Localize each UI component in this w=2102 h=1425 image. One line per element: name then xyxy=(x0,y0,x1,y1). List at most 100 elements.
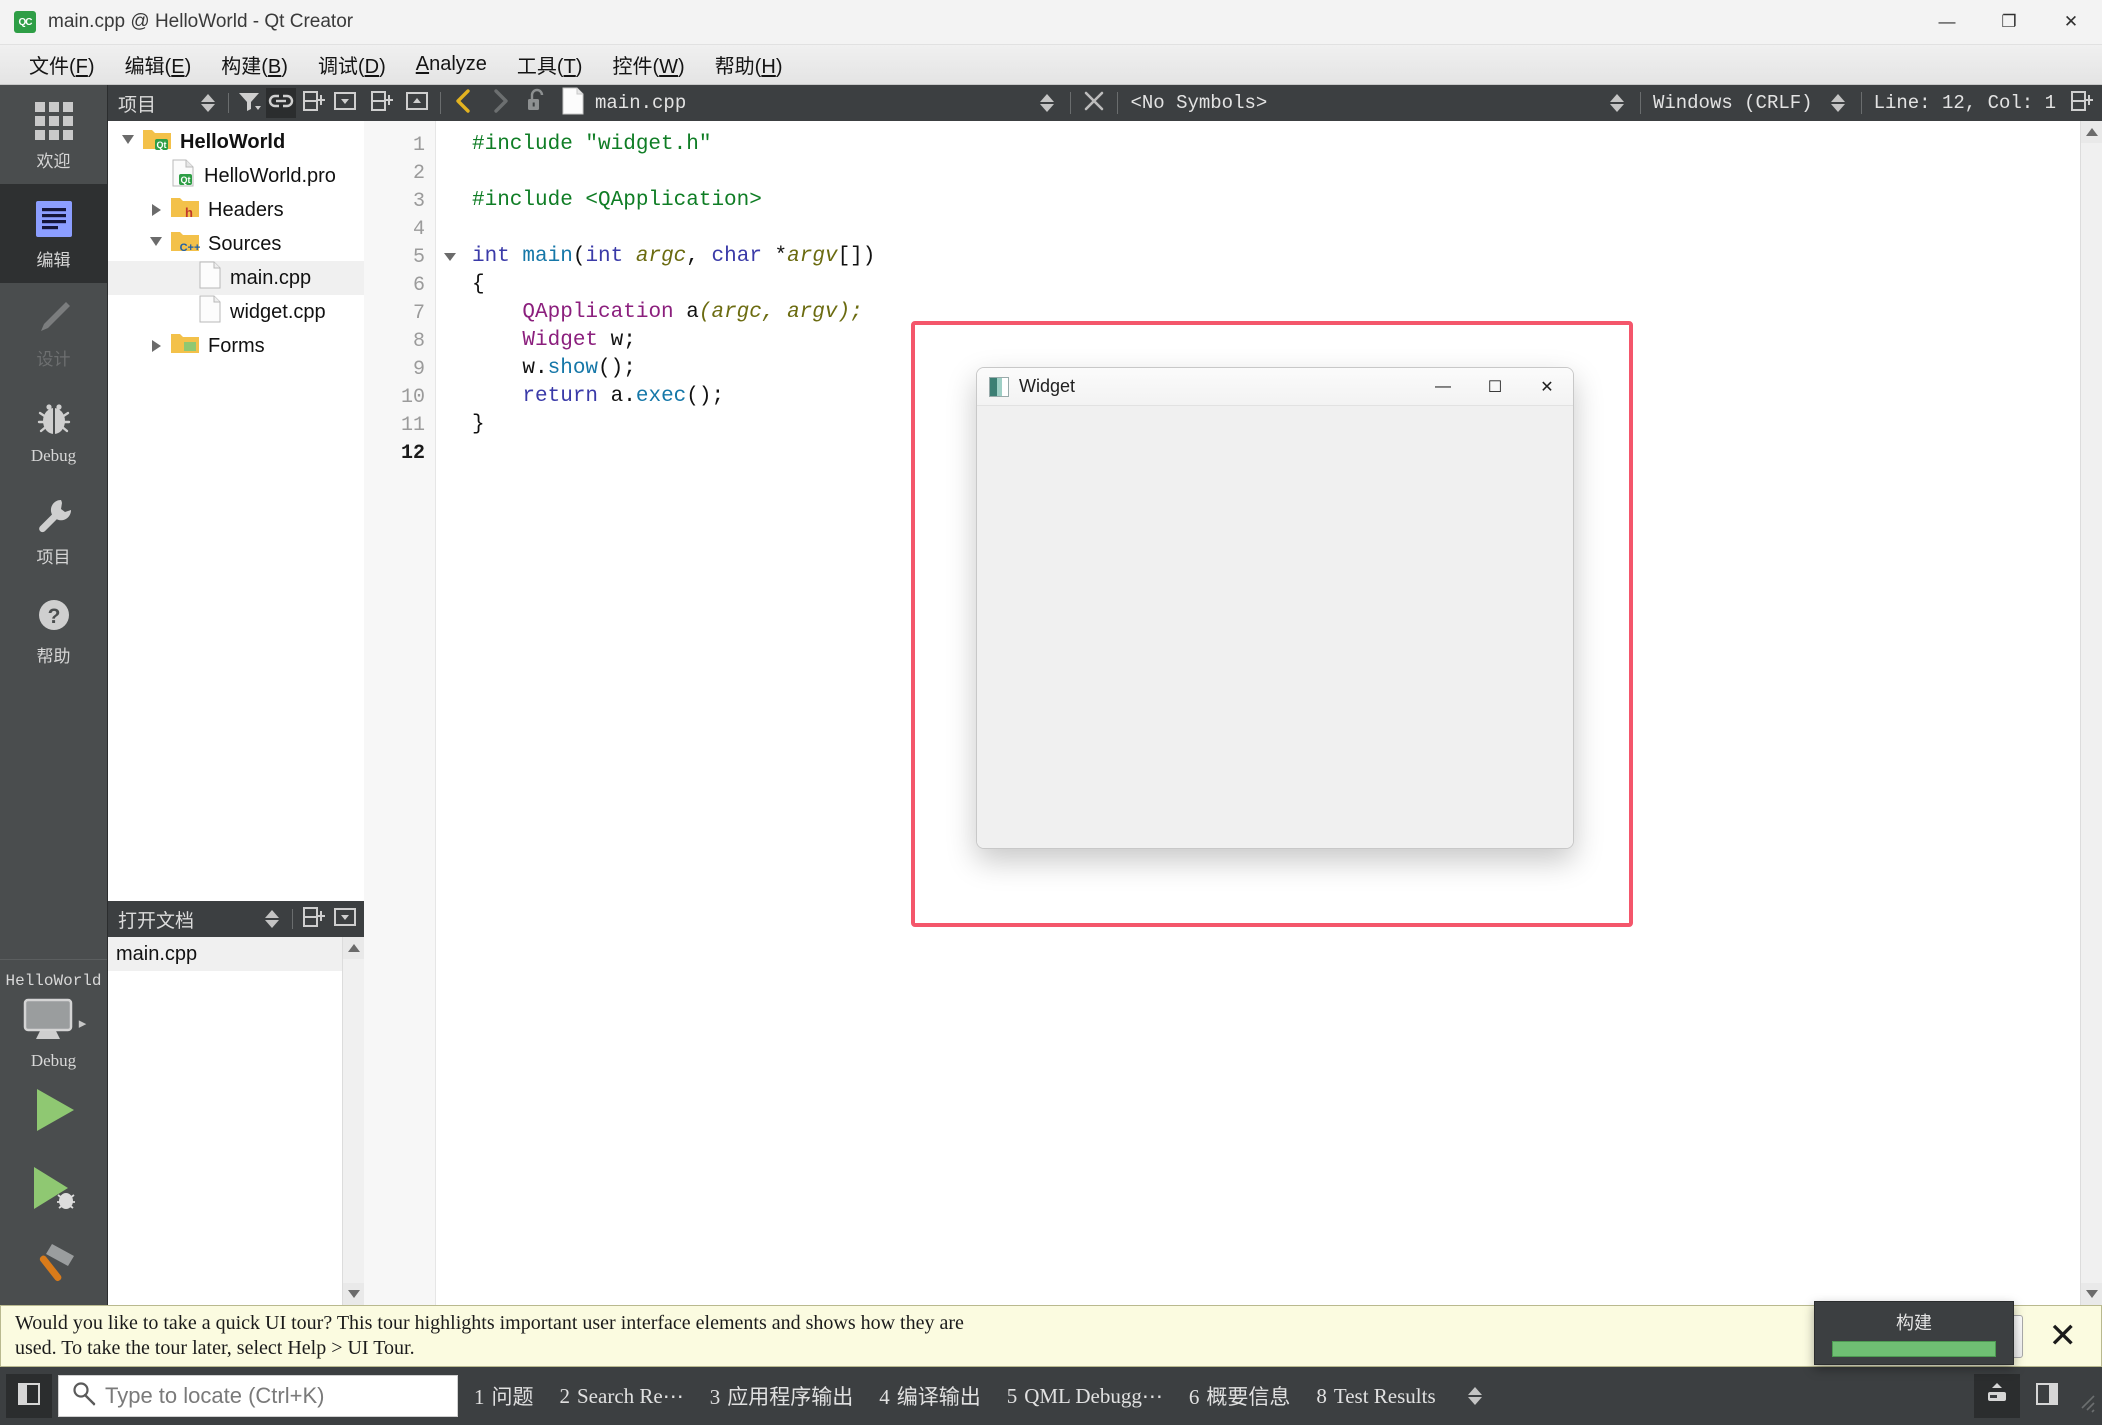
chevron-right-icon[interactable] xyxy=(142,204,170,216)
line-ending-selector[interactable]: Windows (CRLF) xyxy=(1647,92,1819,114)
cpp-file-icon xyxy=(561,87,585,120)
build-hammer-button[interactable] xyxy=(0,1227,108,1305)
sort-selector[interactable] xyxy=(257,904,287,934)
output-pane-selector[interactable] xyxy=(1452,1374,1498,1418)
list-item[interactable]: main.cpp xyxy=(108,937,342,971)
line-number: 6 xyxy=(412,273,425,297)
tree-item-main-cpp[interactable]: main.cpp xyxy=(108,261,364,295)
scroll-down-arrow-icon[interactable] xyxy=(2081,1283,2102,1305)
code-line[interactable]: #include <QApplication> xyxy=(472,187,2080,215)
chevron-down-icon[interactable] xyxy=(114,134,142,150)
tree-item-helloworld[interactable]: Qt HelloWorld xyxy=(108,125,364,159)
tree-item-widget-cpp[interactable]: widget.cpp xyxy=(108,295,364,329)
kit-selector-button[interactable]: ▸ xyxy=(21,998,86,1047)
sidebar-item-design[interactable]: 设计 xyxy=(0,283,107,382)
tree-item-headers[interactable]: h Headers xyxy=(108,193,364,227)
running-widget-window[interactable]: Widget — ☐ ✕ xyxy=(976,367,1574,849)
symbol-selector[interactable]: <No Symbols> xyxy=(1124,92,1597,114)
fold-column[interactable] xyxy=(436,121,464,1305)
add-split-button[interactable] xyxy=(364,87,398,119)
menu-analyze[interactable]: Analyze xyxy=(401,49,502,80)
fold-marker-open[interactable] xyxy=(436,243,464,271)
window-close-button[interactable]: ✕ xyxy=(2040,0,2102,45)
menu-widgets[interactable]: 控件(W) xyxy=(597,46,699,83)
output-pane-search-results[interactable]: 2 Search Re⋯ xyxy=(550,1378,694,1415)
sidebar-item-welcome[interactable]: 欢迎 xyxy=(0,85,107,184)
add-split-button[interactable] xyxy=(298,88,328,118)
filter-button[interactable] xyxy=(234,88,264,118)
code-token: exec xyxy=(635,385,687,408)
opendocs-scrollbar[interactable] xyxy=(342,937,364,1305)
close-split-button[interactable] xyxy=(400,87,434,119)
widget-maximize-button[interactable]: ☐ xyxy=(1469,368,1521,406)
menu-edit[interactable]: 编辑(E) xyxy=(110,46,207,83)
sidebar-item-projects[interactable]: 项目 xyxy=(0,481,107,580)
symbol-selector-arrows[interactable] xyxy=(1600,87,1634,119)
output-pane-general-messages[interactable]: 6 概要信息 xyxy=(1179,1375,1301,1417)
file-selector-arrows[interactable] xyxy=(1030,87,1064,119)
line-number: 4 xyxy=(412,217,425,241)
scroll-up-arrow-icon[interactable] xyxy=(343,937,364,959)
window-minimize-button[interactable]: — xyxy=(1916,0,1978,45)
close-dock-button[interactable] xyxy=(330,904,360,934)
split-right-button[interactable] xyxy=(2064,87,2098,119)
project-tree[interactable]: Qt HelloWorld Qt HelloWorld.pro h Header… xyxy=(108,121,364,901)
output-pane-app-output[interactable]: 3 应用程序输出 xyxy=(700,1375,864,1417)
output-pane-compile-output[interactable]: 4 编译输出 xyxy=(869,1375,991,1417)
sync-selector[interactable] xyxy=(193,88,223,118)
cursor-position[interactable]: Line: 12, Col: 1 xyxy=(1868,92,2062,114)
locator-input[interactable]: Type to locate (Ctrl+K) xyxy=(58,1375,458,1417)
menu-file[interactable]: 文件(F) xyxy=(14,46,110,83)
code-line[interactable]: #include "widget.h" xyxy=(472,131,2080,159)
code-line[interactable]: Widget w; xyxy=(472,327,2080,355)
menu-tools[interactable]: 工具(T) xyxy=(502,46,598,83)
nav-back-button[interactable] xyxy=(447,87,481,119)
add-split-button[interactable] xyxy=(298,904,328,934)
sidebar-item-debug[interactable]: Debug xyxy=(0,382,107,481)
scroll-down-arrow-icon[interactable] xyxy=(343,1283,364,1305)
tree-item-forms[interactable]: Forms xyxy=(108,329,364,363)
menu-help[interactable]: 帮助(H) xyxy=(700,46,798,83)
editor-area[interactable]: 1 2 3 4 5 6 7 8 9 10 11 12 #include "wid… xyxy=(364,121,2102,1305)
chevron-right-icon[interactable] xyxy=(142,340,170,352)
code-line[interactable] xyxy=(472,215,2080,243)
code-line[interactable]: int main(int argc, char *argv[]) xyxy=(472,243,2080,271)
close-notification-button[interactable]: ✕ xyxy=(2035,1316,2092,1356)
scroll-up-arrow-icon[interactable] xyxy=(2081,121,2102,143)
link-with-editor-button[interactable] xyxy=(266,88,296,118)
opendocs-list[interactable]: main.cpp xyxy=(108,937,364,1305)
run-button[interactable] xyxy=(0,1071,108,1149)
nav-forward-button[interactable] xyxy=(483,87,517,119)
code-line[interactable] xyxy=(472,159,2080,187)
right-sidebar-toggle-button[interactable] xyxy=(2024,1374,2070,1418)
sidebar-item-help[interactable]: ? 帮助 xyxy=(0,580,107,679)
tree-item-helloworld-pro[interactable]: Qt HelloWorld.pro xyxy=(108,159,364,193)
lock-toggle-button[interactable] xyxy=(519,87,553,119)
output-pane-qml-debugger[interactable]: 5 QML Debugg⋯ xyxy=(997,1378,1173,1415)
window-maximize-button[interactable]: ❐ xyxy=(1978,0,2040,45)
toggle-left-sidebar-button[interactable] xyxy=(6,1374,52,1418)
menu-build[interactable]: 构建(B) xyxy=(206,46,303,83)
current-file-selector[interactable]: main.cpp xyxy=(555,87,1028,120)
line-number: 2 xyxy=(412,161,425,185)
sidebar-item-edit[interactable]: 编辑 xyxy=(0,184,107,283)
code-line[interactable]: QApplication a(argc, argv); xyxy=(472,299,2080,327)
line-ending-arrows[interactable] xyxy=(1821,87,1855,119)
widget-close-button[interactable]: ✕ xyxy=(1521,368,1573,406)
editor-scrollbar[interactable] xyxy=(2080,121,2102,1305)
chevron-down-icon[interactable] xyxy=(142,236,170,252)
menu-debug[interactable]: 调试(D) xyxy=(303,46,401,83)
toggle-left-sidebar-icon xyxy=(16,1381,42,1412)
close-dock-button[interactable] xyxy=(330,88,360,118)
close-file-button[interactable] xyxy=(1077,87,1111,119)
resize-grip[interactable] xyxy=(2074,1376,2096,1416)
output-pane-toggle-button[interactable] xyxy=(1974,1374,2020,1418)
output-pane-test-results[interactable]: 8 Test Results xyxy=(1306,1378,1445,1415)
tree-item-sources[interactable]: C++ Sources xyxy=(108,227,364,261)
output-pane-issues[interactable]: 1 问题 xyxy=(464,1375,544,1417)
widget-minimize-button[interactable]: — xyxy=(1417,368,1469,406)
run-debug-button[interactable] xyxy=(0,1149,108,1227)
code-line[interactable]: { xyxy=(472,271,2080,299)
up-down-arrows-icon xyxy=(195,94,221,112)
